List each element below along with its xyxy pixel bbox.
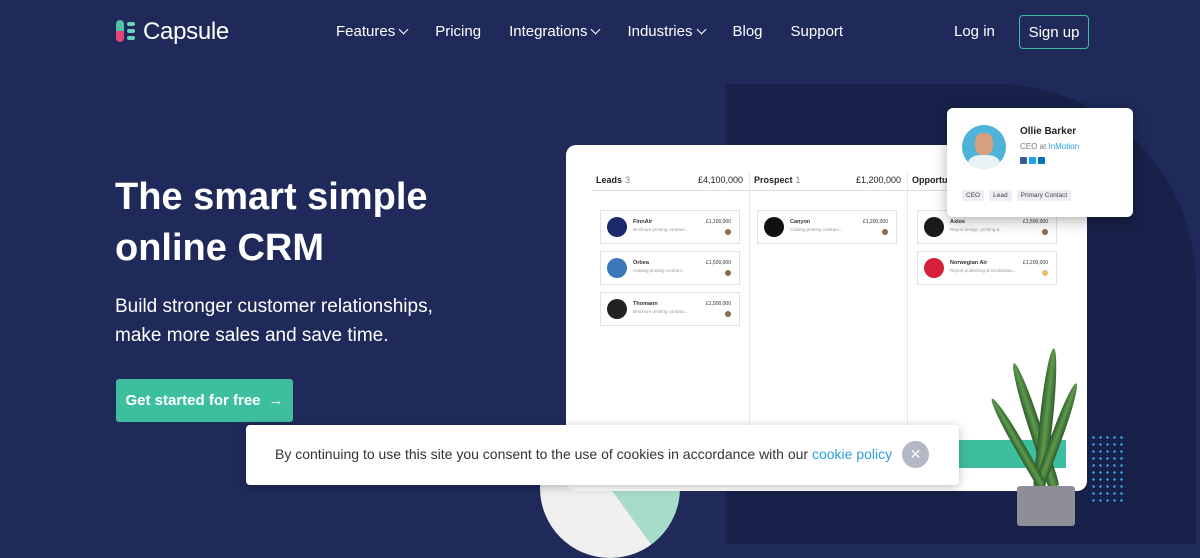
nav-pricing[interactable]: Pricing (435, 23, 481, 40)
nav-integrations[interactable]: Integrations (509, 23, 601, 40)
nav-support[interactable]: Support (791, 23, 844, 40)
chevron-down-icon (696, 24, 706, 35)
deal-value: £1,200,000 (862, 219, 888, 225)
deal-desc: Report design, printing & ... (950, 227, 1005, 232)
column-title: Leads (596, 175, 623, 185)
nav-blog[interactable]: Blog (733, 23, 763, 40)
column-count: 1 (795, 175, 801, 185)
facebook-icon (1020, 157, 1027, 164)
company-logo (607, 217, 627, 237)
get-started-button[interactable]: Get started for free → (116, 379, 293, 422)
hero-subline: Build stronger customer relationships, m… (115, 296, 433, 346)
owner-avatar (725, 311, 731, 317)
owner-avatar (882, 229, 888, 235)
deal-desc: Catalog printing contract... (790, 227, 843, 232)
owner-avatar (725, 229, 731, 235)
deal-value: £1,500,000 (705, 260, 731, 266)
contact-name: Ollie Barker (1020, 126, 1077, 137)
column-title: Prospect (754, 175, 793, 185)
logo[interactable]: Capsule (115, 18, 229, 46)
deal-name: FinnAir (633, 219, 653, 225)
cta-label: Get started for free (125, 392, 261, 409)
cookie-message: By continuing to use this site you conse… (275, 446, 809, 462)
chevron-down-icon (591, 24, 601, 35)
owner-avatar (1042, 270, 1048, 276)
deal-name: Norwegian Air (950, 260, 988, 266)
nav-label: Industries (627, 23, 693, 40)
cookie-policy-link[interactable]: cookie policy (812, 446, 892, 462)
dot-pattern (1090, 434, 1124, 504)
deal-value: £1,100,000 (705, 219, 731, 225)
cookie-banner: By continuing to use this site you conse… (246, 425, 959, 485)
nav-features[interactable]: Features (336, 23, 409, 40)
column-title: Opportu (912, 175, 948, 185)
hero-headline: The smart simple online CRM (115, 176, 428, 269)
deal-card[interactable]: Canyon Catalog printing contract... £1,2… (757, 210, 897, 244)
deal-desc: Catalog printing contract... (633, 268, 686, 273)
company-link: InMotion (1048, 142, 1080, 151)
column-count: 3 (625, 175, 631, 185)
company-logo (924, 258, 944, 278)
owner-avatar (725, 270, 731, 276)
deal-desc: Brochure printing contract... (633, 309, 689, 314)
social-links (1020, 157, 1045, 164)
deal-desc: Brochure printing contract... (633, 227, 689, 232)
role-prefix: CEO at (1020, 142, 1047, 151)
cookie-text: By continuing to use this site you conse… (275, 446, 892, 462)
logo-text: Capsule (143, 18, 229, 45)
deal-name: Orbea (633, 260, 649, 266)
tag: Primary Contact (1016, 190, 1072, 201)
contact-tags: CEO Lead Primary Contact (962, 190, 1072, 201)
deal-card[interactable]: Thomann Brochure printing contract... £1… (600, 292, 740, 326)
column-header: Prospect 1 £1,200,000 (750, 170, 907, 191)
nav-label: Blog (732, 23, 763, 40)
company-logo (607, 258, 627, 278)
company-logo (607, 299, 627, 319)
contact-role: CEO at InMotion (1020, 142, 1079, 151)
tag: Lead (989, 190, 1012, 201)
main-nav: Features Pricing Integrations Industries… (336, 23, 843, 40)
deal-card[interactable]: Orbea Catalog printing contract... £1,50… (600, 251, 740, 285)
deal-name: Thomann (633, 301, 658, 307)
deal-desc: Report publishing & localisation... (950, 268, 1017, 273)
avatar (962, 125, 1006, 169)
tag: CEO (962, 190, 985, 201)
nav-industries[interactable]: Industries (627, 23, 706, 40)
capsule-logo-icon (115, 20, 137, 44)
login-link[interactable]: Log in (954, 23, 995, 40)
linkedin-icon (1038, 157, 1045, 164)
nav-label: Features (336, 23, 396, 40)
company-logo (764, 217, 784, 237)
close-icon[interactable]: ✕ (902, 441, 929, 468)
signup-button[interactable]: Sign up (1019, 15, 1089, 49)
deal-name: Canyon (790, 219, 811, 225)
owner-avatar (1042, 229, 1048, 235)
nav-label: Pricing (435, 23, 482, 40)
nav-label: Support (790, 23, 844, 40)
contact-profile-card: Ollie Barker CEO at InMotion CEO Lead Pr… (947, 108, 1133, 217)
column-header: Leads 3 £4,100,000 (592, 170, 749, 191)
column-amount: £4,100,000 (697, 175, 743, 185)
deal-value: £1,500,000 (1022, 219, 1048, 225)
deal-card[interactable]: FinnAir Brochure printing contract... £1… (600, 210, 740, 244)
chevron-down-icon (398, 24, 409, 35)
deal-value: £1,200,000 (1022, 260, 1048, 266)
arrow-right-icon: → (268, 392, 284, 409)
deal-name: Axios (950, 219, 965, 225)
nav-label: Integrations (509, 23, 588, 40)
company-logo (924, 217, 944, 237)
deal-card[interactable]: Norwegian Air Report publishing & locali… (917, 251, 1057, 285)
deal-value: £1,500,000 (705, 301, 731, 307)
twitter-icon (1029, 157, 1036, 164)
column-amount: £1,200,000 (855, 175, 901, 185)
